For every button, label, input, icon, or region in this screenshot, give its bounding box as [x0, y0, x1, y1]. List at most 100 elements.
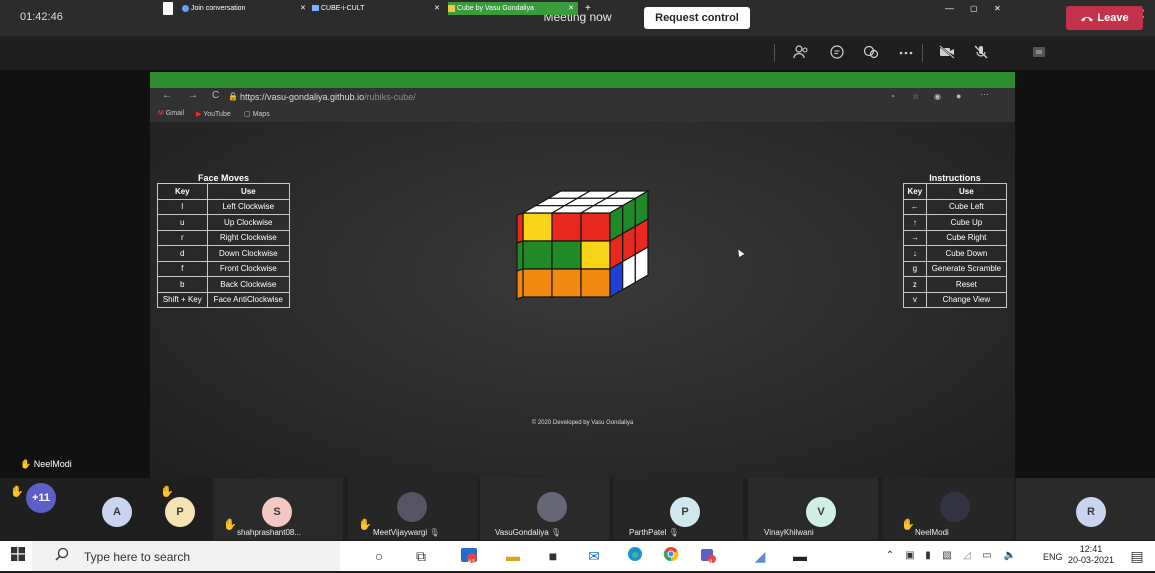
- task-view-icon[interactable]: ⧉: [411, 546, 431, 566]
- tray-icon[interactable]: ▣: [900, 546, 920, 566]
- browser-more-icon[interactable]: ···: [980, 89, 989, 99]
- bookmark-maps[interactable]: ▢ Maps: [244, 110, 270, 118]
- face-moves-header-use: Use: [206, 183, 291, 200]
- camera-off-icon[interactable]: [938, 44, 956, 62]
- toolbar-divider: [774, 44, 775, 62]
- key-cell: d: [157, 245, 208, 262]
- participant-avatar[interactable]: [537, 492, 567, 522]
- close-tab-icon[interactable]: ✕: [434, 2, 440, 15]
- leave-button[interactable]: Leave: [1066, 6, 1143, 30]
- rubiks-cube[interactable]: [515, 185, 651, 300]
- close-tab-icon[interactable]: ✕: [300, 2, 306, 15]
- table-row: v Change View: [903, 291, 1008, 308]
- page-footer: © 2020 Developed by Vasu Gondaliya: [531, 420, 634, 426]
- cube-sticker-front: [580, 212, 611, 242]
- chat-icon[interactable]: [828, 44, 846, 62]
- youtube-icon: ▶: [196, 111, 202, 118]
- battery-icon[interactable]: ▭: [977, 546, 997, 566]
- instructions-header-use: Use: [925, 183, 1008, 200]
- tray-icon[interactable]: ▮: [918, 546, 938, 566]
- url-path: /rubiks-cube/: [364, 92, 416, 102]
- new-tab-icon[interactable]: +: [585, 2, 591, 15]
- url-host: https://vasu-gondaliya.github.io: [240, 92, 365, 102]
- wifi-icon[interactable]: ◿: [957, 546, 977, 566]
- chrome-icon[interactable]: [661, 546, 681, 566]
- participant-avatar[interactable]: P: [670, 497, 700, 527]
- tray-icon[interactable]: ▧: [937, 546, 957, 566]
- instructions-title: Instructions: [929, 173, 981, 183]
- use-cell: Generate Scramble: [925, 260, 1008, 277]
- bookmark-youtube[interactable]: ▶ YouTube: [196, 110, 231, 118]
- browser-close-icon[interactable]: ✕: [994, 2, 1001, 15]
- back-icon[interactable]: ←: [162, 90, 172, 101]
- taskbar-clock[interactable]: 12:41 20-03-2021: [1064, 544, 1118, 566]
- participant-name-text: ParthPatel: [629, 528, 667, 537]
- browser-tab-active[interactable]: Cube by Vasu Gondaliya ✕: [448, 2, 578, 15]
- profile-icon[interactable]: ●: [956, 91, 961, 101]
- terminal-icon[interactable]: ▬: [790, 546, 810, 566]
- participant-avatar[interactable]: A: [102, 497, 132, 527]
- notifications-icon[interactable]: ▤: [1127, 546, 1147, 566]
- use-cell: Cube Up: [925, 214, 1008, 231]
- key-cell: →: [903, 229, 927, 246]
- teams-badge: 3: [709, 560, 713, 566]
- use-cell: Up Clockwise: [206, 214, 291, 231]
- key-cell: ←: [903, 198, 927, 215]
- cortana-icon[interactable]: ○: [369, 546, 389, 566]
- cube-sticker-front: [580, 268, 611, 298]
- participant-avatar[interactable]: +11: [26, 483, 56, 513]
- mic-off-icon: 🎙: [427, 528, 440, 537]
- use-cell: Cube Right: [925, 229, 1008, 246]
- cube-sticker-front: [580, 240, 611, 270]
- teams-icon[interactable]: 3: [698, 546, 718, 566]
- browser-tab[interactable]: CUBE-i-CULT ✕: [312, 2, 440, 15]
- browser-maximize-icon[interactable]: ▢: [970, 2, 978, 15]
- extensions-icon[interactable]: ◔: [890, 92, 895, 101]
- raised-hand-icon: ✋: [901, 519, 915, 531]
- file-explorer-icon[interactable]: ▬: [503, 546, 523, 566]
- reactions-icon[interactable]: [862, 44, 880, 62]
- store-icon[interactable]: ■: [543, 546, 563, 566]
- more-icon[interactable]: [897, 44, 915, 62]
- taskbar-search-input[interactable]: Type here to search: [84, 550, 190, 564]
- close-tab-icon[interactable]: ✕: [568, 2, 574, 15]
- table-row: b Back Clockwise: [157, 276, 291, 293]
- edge-icon[interactable]: [625, 546, 645, 566]
- app-icon[interactable]: ◢: [750, 546, 770, 566]
- forward-icon[interactable]: →: [188, 90, 198, 101]
- participant-name: VasuGondaliya 🎙: [495, 528, 561, 537]
- table-row: u Up Clockwise: [157, 214, 291, 231]
- browser-tab-label: Join conversation: [190, 5, 246, 12]
- refresh-icon[interactable]: C: [212, 90, 219, 101]
- participant-avatar[interactable]: [397, 492, 427, 522]
- cube-sticker-front: [551, 268, 582, 298]
- language-indicator[interactable]: ENG: [1043, 552, 1063, 562]
- volume-icon[interactable]: 🔈: [1000, 546, 1020, 566]
- face-moves-table: Key Use l Left Clockwise u Up Clockwise r Rig…: [157, 183, 291, 308]
- use-cell: Cube Down: [925, 245, 1008, 262]
- outlook-icon[interactable]: 62: [459, 546, 479, 566]
- participant-avatar[interactable]: P: [165, 497, 195, 527]
- bookmark-gmail[interactable]: M Gmail: [158, 110, 184, 117]
- windows-start-icon[interactable]: [8, 546, 28, 566]
- participant-avatar[interactable]: V: [806, 497, 836, 527]
- key-cell: r: [157, 229, 208, 246]
- url-field[interactable]: https://vasu-gondaliya.github.io/rubiks-…: [240, 92, 416, 102]
- favorite-icon[interactable]: ☆: [912, 92, 919, 101]
- collections-icon[interactable]: ◉: [934, 92, 941, 101]
- participant-avatar[interactable]: [940, 492, 970, 522]
- participant-avatar[interactable]: R: [1076, 497, 1106, 527]
- mic-off-icon[interactable]: [972, 44, 990, 62]
- browser-tab[interactable]: Join conversation ✕: [182, 2, 306, 15]
- share-tray-icon[interactable]: [1030, 44, 1048, 62]
- face-moves-header-key: Key: [157, 183, 208, 200]
- request-control-button[interactable]: Request control: [644, 7, 750, 29]
- chevron-up-icon[interactable]: ⌃: [880, 546, 900, 566]
- key-cell: ↓: [903, 245, 927, 262]
- browser-minimize-icon[interactable]: —: [945, 2, 954, 15]
- mail-icon[interactable]: ✉: [584, 546, 604, 566]
- participant-avatar[interactable]: S: [262, 497, 292, 527]
- key-cell: Shift + Key: [157, 291, 208, 308]
- people-icon[interactable]: [792, 44, 810, 62]
- bookmark-label: Gmail: [165, 110, 185, 117]
